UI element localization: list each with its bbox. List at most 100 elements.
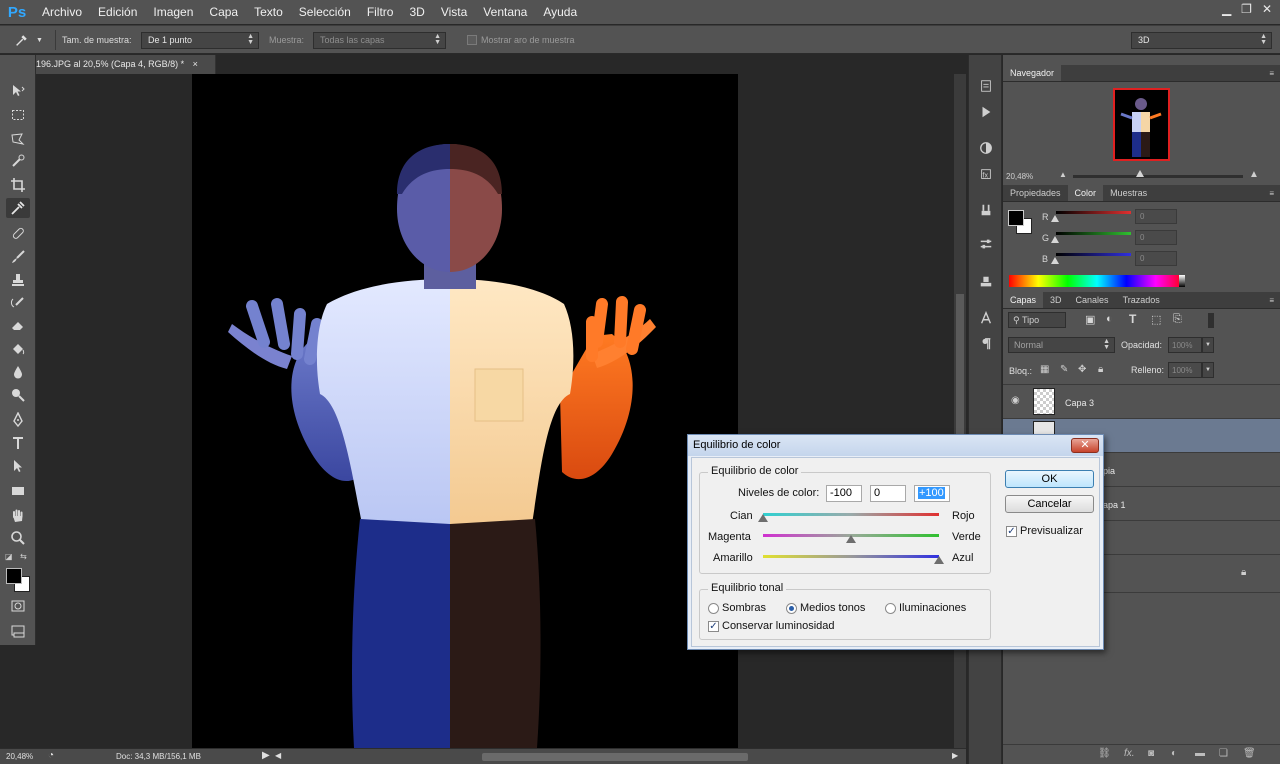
- level-yellow-blue-input[interactable]: +100: [914, 485, 950, 502]
- channel-b-slider[interactable]: [1056, 253, 1131, 256]
- zoom-in-icon[interactable]: ▲: [1249, 169, 1259, 180]
- menu-seleccion[interactable]: Selección: [291, 0, 359, 24]
- link-layers-icon[interactable]: ⛓: [1098, 748, 1111, 759]
- trash-icon[interactable]: 🗑︎: [1243, 748, 1256, 759]
- screen-mode-toggle[interactable]: [6, 621, 30, 641]
- level-cyan-red-input[interactable]: -100: [826, 485, 862, 502]
- menu-edicion[interactable]: Edición: [90, 0, 145, 24]
- ok-button[interactable]: OK: [1005, 470, 1094, 488]
- sample-select[interactable]: Todas las capas ▲ ▼: [313, 32, 446, 49]
- new-layer-icon[interactable]: ❏: [1219, 748, 1228, 759]
- rectangle-tool[interactable]: [6, 481, 30, 501]
- color-bw-ramp[interactable]: [1179, 275, 1185, 287]
- navigator-zoom-slider[interactable]: [1073, 175, 1243, 178]
- styles-panel-icon[interactable]: fx: [977, 165, 995, 183]
- filter-smart-object-icon[interactable]: ⎘: [1173, 313, 1182, 326]
- tab-3d[interactable]: 3D: [1043, 292, 1069, 308]
- panel-menu-icon[interactable]: ≡: [1269, 185, 1274, 202]
- show-ring-checkbox[interactable]: [467, 35, 477, 45]
- move-tool[interactable]: [6, 81, 30, 101]
- radio-iluminaciones[interactable]: [885, 603, 896, 614]
- layer-filter-select[interactable]: ⚲ Tipo: [1008, 312, 1066, 328]
- color-spectrum-ramp[interactable]: [1009, 275, 1185, 287]
- menu-texto[interactable]: Texto: [246, 0, 291, 24]
- filter-type-icon[interactable]: T: [1129, 312, 1136, 326]
- radio-sombras[interactable]: [708, 603, 719, 614]
- preserve-luminosity-label[interactable]: Conservar luminosidad: [722, 620, 835, 632]
- minimize-button[interactable]: ▁: [1222, 2, 1231, 16]
- clone-stamp-tool[interactable]: [6, 270, 30, 290]
- opacity-input[interactable]: 100%: [1168, 337, 1202, 353]
- lock-image-icon[interactable]: ✎: [1060, 364, 1068, 375]
- actions-panel-icon[interactable]: [977, 103, 995, 121]
- zoom-level[interactable]: 20,48%: [6, 752, 33, 761]
- lock-transparent-icon[interactable]: ▦: [1040, 364, 1049, 375]
- radio-sombras-label[interactable]: Sombras: [722, 602, 766, 614]
- paragraph-panel-icon[interactable]: [977, 335, 995, 353]
- blend-mode-select[interactable]: Normal ▲ ▼: [1008, 337, 1115, 353]
- info-icon[interactable]: ◔: [48, 750, 54, 761]
- lasso-tool[interactable]: [6, 129, 30, 149]
- healing-brush-tool[interactable]: [6, 223, 30, 243]
- history-brush-tool[interactable]: [6, 293, 30, 313]
- tool-presets-icon[interactable]: [977, 235, 995, 253]
- tab-capas[interactable]: Capas: [1003, 292, 1044, 308]
- quick-mask-toggle[interactable]: [6, 596, 30, 616]
- crop-tool[interactable]: [6, 175, 30, 195]
- eraser-tool[interactable]: [6, 315, 30, 335]
- fill-input[interactable]: 100%: [1168, 362, 1202, 378]
- dialog-close-button[interactable]: ✕: [1071, 438, 1099, 453]
- sample-size-select[interactable]: De 1 punto ▲ ▼: [141, 32, 259, 49]
- channel-r-slider[interactable]: [1056, 211, 1131, 214]
- preserve-luminosity-checkbox[interactable]: ✓: [708, 621, 719, 632]
- level-magenta-green-input[interactable]: 0: [870, 485, 906, 502]
- channel-r-input[interactable]: 0: [1135, 209, 1177, 224]
- layer-name[interactable]: pia: [1103, 466, 1115, 476]
- panel-menu-icon[interactable]: ≡: [1269, 65, 1274, 82]
- blur-tool[interactable]: [6, 362, 30, 382]
- tab-close-icon[interactable]: ×: [193, 59, 198, 69]
- tab-navegador[interactable]: Navegador: [1003, 65, 1062, 81]
- channel-g-input[interactable]: 0: [1135, 230, 1177, 245]
- filter-adjustment-icon[interactable]: ◐: [1106, 313, 1113, 325]
- filter-shape-icon[interactable]: ⬚: [1151, 313, 1161, 326]
- history-panel-icon[interactable]: [977, 77, 995, 95]
- scroll-right-icon[interactable]: ▶: [952, 751, 958, 760]
- marquee-tool[interactable]: [6, 105, 30, 125]
- adjustments-panel-icon[interactable]: [977, 139, 995, 157]
- tab-muestras[interactable]: Muestras: [1103, 185, 1154, 201]
- yellow-blue-slider[interactable]: [763, 555, 939, 558]
- channel-g-slider[interactable]: [1056, 232, 1131, 235]
- tool-preset-picker[interactable]: ▼: [14, 32, 50, 49]
- document-canvas[interactable]: [192, 74, 738, 748]
- magenta-green-thumb[interactable]: [846, 535, 856, 543]
- menu-3d[interactable]: 3D: [401, 0, 432, 24]
- layer-name[interactable]: Capa 3: [1065, 398, 1094, 408]
- panel-menu-icon[interactable]: ≡: [1269, 292, 1274, 309]
- horizontal-scrollbar-thumb[interactable]: [482, 753, 748, 761]
- cyan-red-thumb[interactable]: [758, 514, 768, 522]
- cyan-red-slider[interactable]: [763, 513, 939, 516]
- menu-archivo[interactable]: Archivo: [34, 0, 90, 24]
- fx-icon[interactable]: fx.: [1124, 748, 1135, 759]
- dodge-tool[interactable]: [6, 385, 30, 405]
- menu-ayuda[interactable]: Ayuda: [535, 0, 585, 24]
- foreground-color-swatch[interactable]: [6, 568, 22, 584]
- default-colors-icon[interactable]: ◪: [5, 552, 13, 561]
- filter-toggle[interactable]: [1208, 313, 1214, 328]
- channel-g-thumb[interactable]: [1051, 236, 1059, 243]
- channel-b-input[interactable]: 0: [1135, 251, 1177, 266]
- channel-r-thumb[interactable]: [1051, 215, 1059, 222]
- folder-icon[interactable]: ▬: [1195, 748, 1205, 759]
- cancel-button[interactable]: Cancelar: [1005, 495, 1094, 513]
- scrollbar-thumb[interactable]: [956, 294, 964, 444]
- eyedropper-tool[interactable]: [6, 198, 30, 218]
- menu-ventana[interactable]: Ventana: [475, 0, 535, 24]
- navigator-thumbnail[interactable]: [1113, 88, 1170, 161]
- filter-pixel-icon[interactable]: ▣: [1085, 313, 1095, 326]
- clone-source-icon[interactable]: [977, 273, 995, 291]
- add-mask-icon[interactable]: ◙: [1148, 748, 1154, 759]
- close-window-button[interactable]: ✕: [1262, 2, 1272, 16]
- dialog-title-bar[interactable]: Equilibrio de color: [688, 435, 1103, 456]
- workspace-select[interactable]: 3D ▲ ▼: [1131, 32, 1272, 49]
